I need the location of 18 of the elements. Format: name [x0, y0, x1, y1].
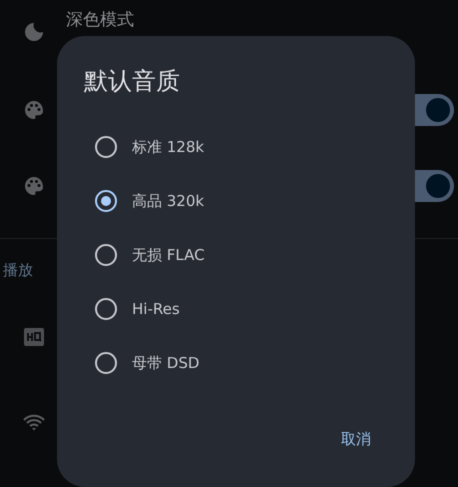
radio-button[interactable]: [95, 190, 117, 212]
radio-button[interactable]: [95, 352, 117, 374]
dialog-title: 默认音质: [84, 66, 181, 96]
option-label[interactable]: 母带 DSD: [132, 354, 200, 372]
hq-icon: [24, 328, 44, 346]
radio-button[interactable]: [95, 244, 117, 266]
palette-icon: [22, 98, 46, 122]
option-label[interactable]: Hi-Res: [132, 300, 180, 318]
setting-title: 深色模式: [66, 9, 134, 31]
radio-button[interactable]: [95, 298, 117, 320]
palette-icon: [22, 174, 46, 198]
section-header: 播放: [3, 260, 33, 280]
option-label[interactable]: 高品 320k: [132, 192, 204, 210]
cancel-button[interactable]: 取消: [329, 424, 383, 455]
option-label[interactable]: 无损 FLAC: [132, 246, 205, 264]
radio-button[interactable]: [95, 136, 117, 158]
option-label[interactable]: 标准 128k: [132, 138, 204, 156]
moon-icon: [22, 20, 46, 44]
